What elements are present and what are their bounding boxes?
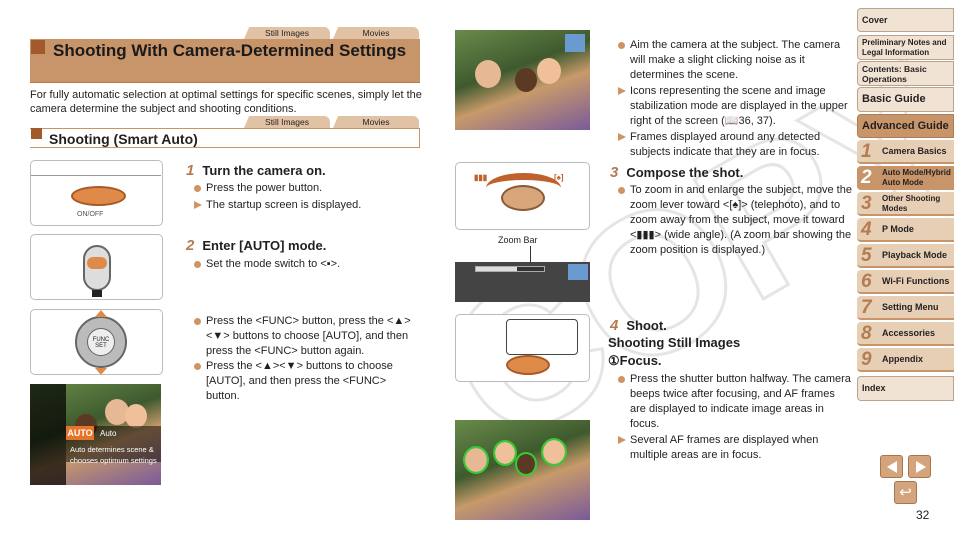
chapter-label: Camera Basics xyxy=(882,146,947,156)
list-item: Press the <▲><▼> buttons to choose [AUTO… xyxy=(192,359,422,404)
figure-shutter-button xyxy=(455,314,590,382)
step-3-list: To zoom in and enlarge the subject, move… xyxy=(616,183,852,258)
list-item: Press the shutter button halfway. The ca… xyxy=(616,372,852,432)
sidebar-chapter-4[interactable]: 4 P Mode xyxy=(857,218,954,242)
tab-movies-2: Movies xyxy=(333,116,419,128)
sidebar-advanced-guide[interactable]: Advanced Guide xyxy=(857,114,954,138)
intro-text: For fully automatic selection at optimal… xyxy=(30,89,422,115)
list-item: Icons representing the scene and image s… xyxy=(616,84,852,129)
page-number: 32 xyxy=(916,508,930,522)
figure-zoom-lever: ▮▮▮ [♠] xyxy=(455,162,590,230)
focus-heading: ①Focus. xyxy=(608,353,662,368)
sidebar-index[interactable]: Index xyxy=(857,376,954,401)
list-item: Press the power button. xyxy=(192,181,422,196)
chapter-label: Wi-Fi Functions xyxy=(882,276,950,286)
step-3-title: 3 Compose the shot. xyxy=(610,164,744,181)
next-page-button[interactable] xyxy=(908,455,931,478)
menu-auto-desc: Auto determines scene & chooses optimum s… xyxy=(70,445,157,465)
sidebar-chapter-2[interactable]: 2 Auto Mode/Hybrid Auto Mode xyxy=(857,166,954,190)
chapter-label: P Mode xyxy=(882,224,914,234)
step-1-title: 1 Turn the camera on. xyxy=(186,162,326,179)
onoff-label: ON/OFF xyxy=(77,211,104,218)
list-item: Aim the camera at the subject. The camer… xyxy=(616,38,852,83)
list-item: To zoom in and enlarge the subject, move… xyxy=(616,183,852,258)
figure-af-frames xyxy=(455,420,590,520)
title-marker xyxy=(31,40,45,54)
step-4-title: 4 Shoot. xyxy=(610,317,667,334)
chapter-number: 5 xyxy=(861,245,872,266)
return-button[interactable]: ↩ xyxy=(894,481,917,504)
chapter-label: Setting Menu xyxy=(882,302,939,312)
figure-mode-switch xyxy=(30,234,163,300)
step-2-title: 2 Enter [AUTO] mode. xyxy=(186,237,327,254)
list-item: Set the mode switch to <▪>. xyxy=(192,257,422,272)
step-2-list: Set the mode switch to <▪>. xyxy=(192,257,422,272)
sidebar-basic-guide[interactable]: Basic Guide xyxy=(857,87,954,112)
chapter-number: 6 xyxy=(861,271,872,292)
sidebar-chapter-5[interactable]: 5 Playback Mode xyxy=(857,244,954,268)
sidebar-chapter-7[interactable]: 7 Setting Menu xyxy=(857,296,954,320)
sidebar-chapter-6[interactable]: 6 Wi-Fi Functions xyxy=(857,270,954,294)
chapter-label: Appendix xyxy=(882,354,924,364)
figure-zoom-bar-screen xyxy=(455,262,590,302)
chapter-label: Auto Mode/Hybrid Auto Mode xyxy=(882,168,951,187)
chapter-label: Playback Mode xyxy=(882,250,948,260)
list-item: Several AF frames are displayed when mul… xyxy=(616,433,852,463)
list-item: Frames displayed around any detected sub… xyxy=(616,130,852,160)
step-2-list-b: Press the <FUNC> button, press the <▲><▼… xyxy=(192,314,422,404)
previous-page-button[interactable] xyxy=(880,455,903,478)
chapter-number: 8 xyxy=(861,323,872,344)
sidebar-contents[interactable]: Contents: Basic Operations xyxy=(857,61,954,86)
arrow-right-icon xyxy=(916,461,926,473)
section-marker xyxy=(31,128,42,139)
figure-auto-menu-screen: AUTO Auto Auto determines scene & chooses… xyxy=(30,384,161,485)
sidebar-chapter-1[interactable]: 1 Camera Basics xyxy=(857,140,954,164)
sidebar-chapter-3[interactable]: 3 Other Shooting Modes xyxy=(857,192,954,216)
arrow-left-icon xyxy=(887,461,897,473)
tab-still-images-2: Still Images xyxy=(244,116,330,128)
chapter-label: Accessories xyxy=(882,328,936,338)
menu-auto-label: Auto xyxy=(100,429,117,438)
list-item: Press the <FUNC> button, press the <▲><▼… xyxy=(192,314,422,359)
sidebar-chapter-9[interactable]: 9 Appendix xyxy=(857,348,954,372)
chapter-number: 2 xyxy=(861,167,872,188)
tab-movies: Movies xyxy=(333,27,419,39)
scene-detect-list: Aim the camera at the subject. The camer… xyxy=(616,38,852,160)
chapter-label: Other Shooting Modes xyxy=(882,194,941,213)
section-title: Shooting (Smart Auto) xyxy=(49,131,198,147)
list-item: The startup screen is displayed. xyxy=(192,198,422,213)
step-4-list: Press the shutter button halfway. The ca… xyxy=(616,372,852,463)
sidebar-cover[interactable]: Cover xyxy=(857,8,954,32)
chapter-number: 9 xyxy=(861,349,872,370)
chapter-number: 3 xyxy=(861,193,872,214)
sidebar-chapter-8[interactable]: 8 Accessories xyxy=(857,322,954,346)
zoom-bar-caption: Zoom Bar xyxy=(498,235,538,245)
figure-scene-detect xyxy=(455,30,590,130)
page-title: Shooting With Camera-Determined Settings xyxy=(53,41,407,60)
figure-control-dial: FUNC SET xyxy=(30,309,163,375)
figure-power-button: ON/OFF xyxy=(30,160,163,226)
shooting-still-images-heading: Shooting Still Images xyxy=(608,335,741,350)
chapter-number: 4 xyxy=(861,219,872,240)
return-icon: ↩ xyxy=(899,484,912,501)
func-set-label: FUNC SET xyxy=(87,328,115,356)
step-1-list: Press the power button. The startup scre… xyxy=(192,181,422,213)
chapter-number: 7 xyxy=(861,297,872,318)
sidebar-preliminary[interactable]: Preliminary Notes and Legal Information xyxy=(857,35,954,60)
tab-still-images: Still Images xyxy=(244,27,330,39)
chapter-number: 1 xyxy=(861,141,872,162)
